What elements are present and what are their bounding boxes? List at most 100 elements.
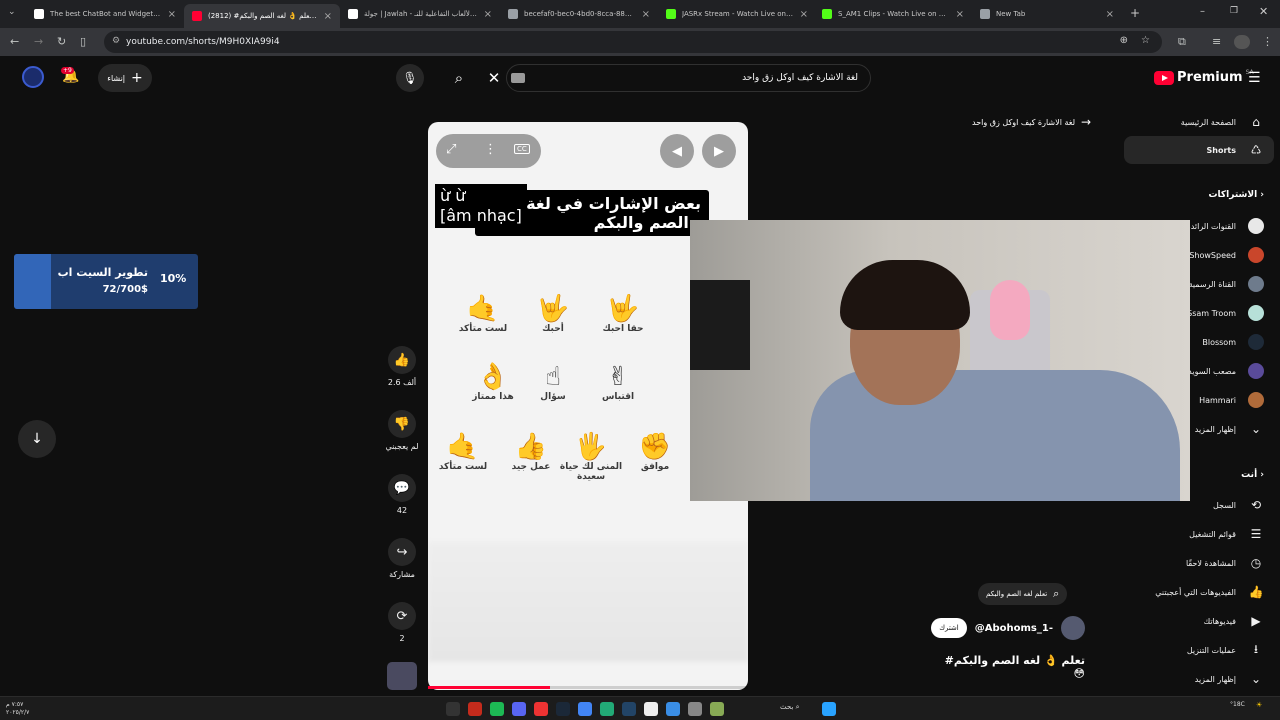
- widgets-icon[interactable]: [822, 702, 836, 716]
- tab-close-icon[interactable]: ×: [956, 9, 964, 20]
- new-tab-button[interactable]: +: [1130, 6, 1140, 20]
- search-icon: ⌕: [454, 69, 464, 87]
- app-icon-5[interactable]: [688, 702, 702, 716]
- browser-tab[interactable]: جولة | Jawlah - منصة الألعاب التفاعلية ل…: [340, 4, 500, 24]
- start-icon[interactable]: [446, 702, 460, 716]
- sidebar-item-label: إظهار المزيد: [1194, 424, 1236, 434]
- search-input[interactable]: لغة الاشارة كيف اوكل زق واحد: [506, 64, 871, 92]
- tab-close-icon[interactable]: ×: [484, 9, 492, 20]
- chrome-icon[interactable]: [578, 702, 592, 716]
- browser-menu-icon[interactable]: ⋮: [1262, 35, 1273, 49]
- liked-icon: 👍: [1248, 585, 1264, 599]
- like-count: 2.6 ألف: [387, 378, 417, 387]
- browser-tab[interactable]: becefaf0-bec0-4bd0-8cca-8808b1b539... ×: [500, 4, 658, 24]
- app-icon-3[interactable]: [622, 702, 636, 716]
- spotify-icon[interactable]: [490, 702, 504, 716]
- menu-icon[interactable]: ☰: [1248, 70, 1261, 86]
- subscriptions-header[interactable]: الاشتراكات ›: [1124, 190, 1274, 200]
- dislike-action[interactable]: 👎 لم يعجبني: [381, 410, 423, 451]
- hand-sign-icon: 🖐: [574, 432, 608, 462]
- sidebar-toggle-icon[interactable]: ▯: [80, 35, 86, 49]
- tab-close-icon[interactable]: ×: [1106, 9, 1114, 20]
- forward-icon[interactable]: →: [34, 35, 43, 49]
- extensions-icon[interactable]: ⧉: [1178, 35, 1186, 49]
- play-button[interactable]: ▶: [702, 134, 736, 168]
- fullscreen-icon[interactable]: ⤢: [446, 142, 456, 157]
- sidebar-item-label: Ssam Troom: [1187, 308, 1236, 318]
- create-button[interactable]: إنشاء +: [98, 64, 152, 92]
- reload-icon[interactable]: ↻: [57, 35, 66, 49]
- remix-action[interactable]: ⟳ 2: [381, 602, 423, 643]
- app-icon[interactable]: [468, 702, 482, 716]
- profile-avatar[interactable]: [1234, 35, 1250, 49]
- browser-tab[interactable]: The best ChatBot and Widgets for Kick, T…: [26, 4, 184, 24]
- tab-close-icon[interactable]: ×: [324, 11, 332, 22]
- sidebar-item-shorts[interactable]: Shorts ♺: [1124, 136, 1274, 164]
- arrow-right-icon: →: [1081, 115, 1092, 129]
- taskbar-search[interactable]: بحث ⌕: [780, 703, 800, 712]
- hand-sign-icon: 🤟: [606, 294, 640, 324]
- account-avatar[interactable]: [22, 66, 44, 88]
- sidebar-item-home[interactable]: الصفحة الرئيسية ⌂: [1124, 108, 1274, 136]
- dislike-label: لم يعجبني: [385, 442, 419, 451]
- comments-action[interactable]: 💬 42: [381, 474, 423, 515]
- sign-illustration: 🤙 لست متأكد: [448, 294, 518, 334]
- search-suggestion-chip[interactable]: تعلم لغه الصم والبكم ⌕: [978, 583, 1068, 605]
- voice-search-button[interactable]: 🎙: [396, 64, 424, 92]
- sound-thumbnail[interactable]: [387, 662, 417, 690]
- captions-icon[interactable]: CC: [514, 144, 530, 154]
- steam-icon[interactable]: [556, 702, 570, 716]
- clear-search-button[interactable]: ✕: [484, 64, 504, 92]
- files-icon[interactable]: [644, 702, 658, 716]
- sidebar-you-item[interactable]: الفيديوهات التي أعجبتني 👍: [1124, 578, 1274, 606]
- address-bar[interactable]: ⚙ youtube.com/shorts/M9H0XIA99i4 ⊕ ☆: [104, 31, 1162, 53]
- maximize-icon[interactable]: ❐: [1230, 6, 1238, 16]
- app-icon-6[interactable]: [710, 702, 724, 716]
- youtube-play-icon: [1154, 70, 1174, 85]
- search-button[interactable]: ⌕: [438, 64, 480, 92]
- keyboard-icon[interactable]: [511, 73, 525, 83]
- next-short-button[interactable]: ↓: [18, 420, 56, 458]
- browser-tab[interactable]: (2812) #تعلم 👌 لغه الصم والبكم 😳 ×: [184, 4, 340, 28]
- history-icon: ⟲: [1250, 498, 1262, 512]
- zoom-icon[interactable]: ⊕: [1120, 35, 1128, 46]
- app-icon-2[interactable]: [600, 702, 614, 716]
- video-progress-bar[interactable]: [428, 686, 748, 689]
- app-icon-4[interactable]: [666, 702, 680, 716]
- sidebar-you-item[interactable]: قوائم التشغيل ☰: [1124, 520, 1274, 548]
- sidebar-you-item[interactable]: عمليات التنزيل ⭳: [1124, 636, 1274, 664]
- browser-tab[interactable]: New Tab ×: [972, 4, 1122, 24]
- sidebar-you-item[interactable]: إظهار المزيد ⌄: [1124, 665, 1274, 693]
- channel-avatar[interactable]: [1061, 616, 1085, 640]
- volume-button[interactable]: ◀: [660, 134, 694, 168]
- blurred-lower-area: [428, 542, 748, 662]
- bookmark-star-icon[interactable]: ☆: [1141, 35, 1150, 46]
- obs-icon[interactable]: [534, 702, 548, 716]
- minimize-icon[interactable]: –: [1200, 6, 1205, 17]
- short-title[interactable]: #تعلم 👌 لغه الصم والبكم 😳: [940, 654, 1085, 680]
- tab-search-icon[interactable]: ⌄: [8, 7, 16, 17]
- tab-close-icon[interactable]: ×: [800, 9, 808, 20]
- more-options-icon[interactable]: ⋮: [484, 142, 497, 157]
- close-window-icon[interactable]: ✕: [1259, 5, 1268, 18]
- site-info-icon[interactable]: ⚙: [112, 36, 120, 46]
- weather-icon[interactable]: ☀: [1256, 701, 1262, 709]
- share-action[interactable]: ↪ مشاركة: [381, 538, 423, 579]
- related-search-link[interactable]: لغة الاشارة كيف اوكل زق واحد →: [972, 115, 1091, 129]
- sidebar-you-item[interactable]: فيديوهاتك ▶: [1124, 607, 1274, 635]
- channel-name[interactable]: @Abohoms_1-: [975, 623, 1053, 634]
- like-action[interactable]: 👍 2.6 ألف: [381, 346, 423, 387]
- sidebar-you-item[interactable]: المشاهدة لاحقًا ◷: [1124, 549, 1274, 577]
- back-icon[interactable]: ←: [10, 35, 19, 49]
- speaker-icon: ◀: [672, 143, 682, 159]
- browser-tab[interactable]: JASRx Stream - Watch Live on Kick ×: [658, 4, 816, 24]
- tab-close-icon[interactable]: ×: [168, 9, 176, 20]
- sign-illustration: 🤟 أحبك: [518, 294, 588, 334]
- browser-tab[interactable]: S_AM1 Clips - Watch Live on Kick ×: [814, 4, 972, 24]
- tab-search-list-icon[interactable]: ≡: [1212, 35, 1221, 49]
- youtube-premium-logo[interactable]: Premium SA: [1154, 69, 1254, 85]
- tab-close-icon[interactable]: ×: [642, 9, 650, 20]
- subscribe-button[interactable]: اشترك: [931, 618, 967, 638]
- discord-icon[interactable]: [512, 702, 526, 716]
- sign-illustration: 🖐 المنى لك حياة سعيدة: [556, 432, 626, 482]
